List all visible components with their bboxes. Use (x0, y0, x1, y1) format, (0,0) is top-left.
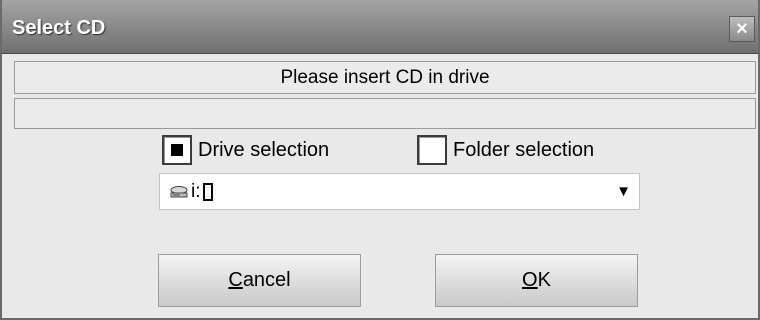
drive-selection-label: Drive selection (198, 138, 330, 161)
drive-selection-option[interactable]: Drive selection (162, 131, 329, 169)
cancel-label: ancel (242, 269, 291, 291)
folder-selection-option[interactable]: Folder selection (417, 131, 594, 169)
folder-selection-radio[interactable] (417, 135, 447, 165)
drive-selection-radio[interactable] (162, 135, 192, 165)
cancel-mnemonic: C (228, 269, 243, 291)
select-cd-dialog: Select CD × Please insert CD in drive Dr… (0, 0, 760, 320)
window-title: Select CD (12, 17, 106, 39)
cd-drive-icon (169, 184, 189, 200)
title-bar[interactable]: Select CD × (2, 0, 758, 54)
selected-indicator (171, 144, 183, 156)
ok-label: K (537, 269, 551, 291)
status-bar (14, 98, 756, 129)
message-bar: Please insert CD in drive (14, 61, 756, 94)
message-text: Please insert CD in drive (280, 66, 490, 88)
dropdown-arrow-icon[interactable]: ▼ (616, 183, 631, 200)
drive-value: i: (191, 180, 201, 202)
cancel-button[interactable]: Cancel (158, 254, 361, 307)
drive-dropdown[interactable]: i: ▼ (159, 173, 640, 210)
text-cursor (202, 182, 213, 201)
ok-button[interactable]: OK (435, 254, 638, 307)
close-button[interactable]: × (729, 16, 755, 42)
ok-mnemonic: O (522, 269, 538, 291)
folder-selection-label: Folder selection (453, 138, 595, 161)
